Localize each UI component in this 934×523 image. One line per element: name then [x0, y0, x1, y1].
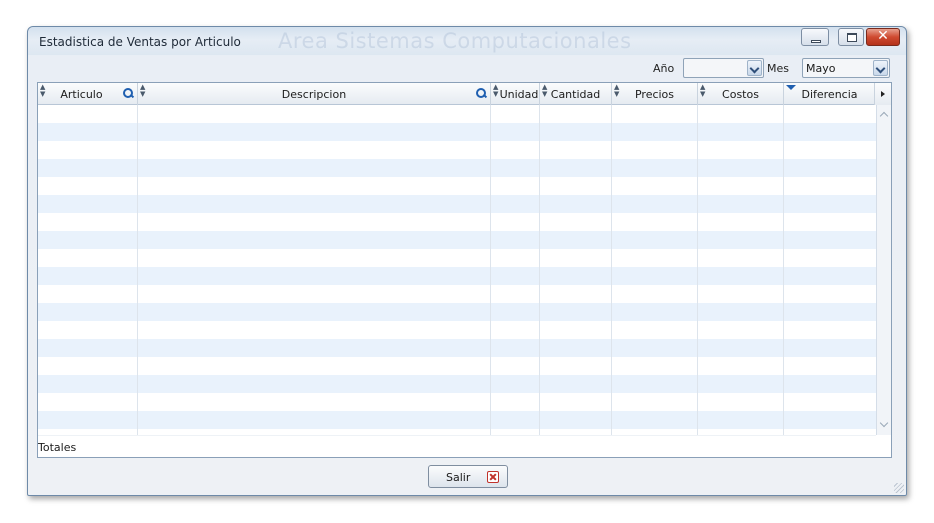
title-bar[interactable]: Area Sistemas Computacionales Estadistic…	[28, 27, 906, 55]
scroll-up-icon[interactable]	[877, 107, 891, 122]
empty-table-row	[38, 195, 876, 213]
vertical-scrollbar[interactable]	[876, 105, 891, 435]
empty-table-row	[38, 375, 876, 393]
empty-table-row	[38, 357, 876, 375]
totals-row: Totales	[38, 435, 876, 457]
column-header-label: Cantidad	[550, 88, 601, 101]
column-header-label: Costos	[722, 88, 759, 101]
column-header-cantidad[interactable]: ▲ ▼ Cantidad	[540, 83, 612, 105]
month-select-value: Mayo	[806, 62, 836, 75]
scroll-down-icon[interactable]	[877, 418, 891, 433]
column-header-articulo[interactable]: ▲ ▼ Articulo	[38, 83, 138, 105]
search-icon[interactable]	[123, 88, 134, 100]
empty-table-row	[38, 213, 876, 231]
empty-table-row	[38, 339, 876, 357]
year-label: Año	[653, 62, 675, 75]
minimize-icon	[811, 40, 821, 43]
title-watermark: Area Sistemas Computacionales	[278, 29, 632, 53]
column-header-descripcion[interactable]: ▲ ▼ Descripcion	[138, 83, 491, 105]
table-header: ▲ ▼ Articulo ▲ ▼ Descripcion ▲ ▼ Unidad ▲ ▼ …	[38, 83, 891, 105]
chevron-down-icon[interactable]	[747, 60, 762, 76]
column-header-unidad[interactable]: ▲ ▼ Unidad	[491, 83, 540, 105]
empty-table-row	[38, 249, 876, 267]
column-header-label: Unidad	[499, 88, 539, 101]
close-button[interactable]: ✕	[866, 28, 900, 46]
column-header-diferencia[interactable]: Diferencia	[784, 83, 876, 105]
column-divider	[137, 105, 138, 435]
empty-table-row	[38, 411, 876, 429]
column-header-label: Descripcion	[281, 88, 347, 101]
column-header-label: Diferencia	[801, 88, 858, 101]
scroll-right-button[interactable]	[874, 83, 891, 105]
sales-table: ▲ ▼ Articulo ▲ ▼ Descripcion ▲ ▼ Unidad ▲ ▼ …	[37, 82, 892, 458]
empty-table-row	[38, 177, 876, 195]
main-window: Area Sistemas Computacionales Estadistic…	[27, 26, 907, 496]
empty-table-row	[38, 321, 876, 339]
close-icon	[487, 471, 499, 483]
empty-table-row	[38, 105, 876, 123]
resize-grip[interactable]	[894, 483, 904, 493]
close-icon: ✕	[877, 28, 889, 44]
empty-table-row	[38, 159, 876, 177]
empty-table-row	[38, 141, 876, 159]
exit-button[interactable]: Salir	[428, 465, 508, 488]
column-header-label: Articulo	[60, 88, 103, 101]
column-header-label: Precios	[634, 88, 675, 101]
column-header-precios[interactable]: ▲ ▼ Precios	[612, 83, 698, 105]
empty-table-row	[38, 231, 876, 249]
column-divider	[697, 105, 698, 435]
column-divider	[611, 105, 612, 435]
maximize-icon	[847, 33, 857, 42]
empty-table-row	[38, 267, 876, 285]
sort-icon: ▲ ▼	[493, 83, 499, 98]
year-select[interactable]	[683, 58, 764, 78]
month-label: Mes	[767, 62, 789, 75]
table-body	[38, 105, 876, 435]
totals-label: Totales	[38, 441, 77, 454]
minimize-button[interactable]	[801, 28, 829, 46]
empty-table-row	[38, 285, 876, 303]
chevron-down-icon[interactable]	[873, 60, 888, 76]
empty-table-row	[38, 393, 876, 411]
empty-table-row	[38, 123, 876, 141]
exit-button-label: Salir	[446, 471, 471, 484]
column-divider	[783, 105, 784, 435]
month-select[interactable]: Mayo	[802, 58, 890, 78]
column-divider	[490, 105, 491, 435]
empty-table-row	[38, 303, 876, 321]
maximize-button[interactable]	[838, 28, 864, 46]
search-icon[interactable]	[476, 88, 487, 100]
window-title: Estadistica de Ventas por Articulo	[39, 35, 241, 49]
column-header-costos[interactable]: ▲ ▼ Costos	[698, 83, 784, 105]
column-divider	[539, 105, 540, 435]
